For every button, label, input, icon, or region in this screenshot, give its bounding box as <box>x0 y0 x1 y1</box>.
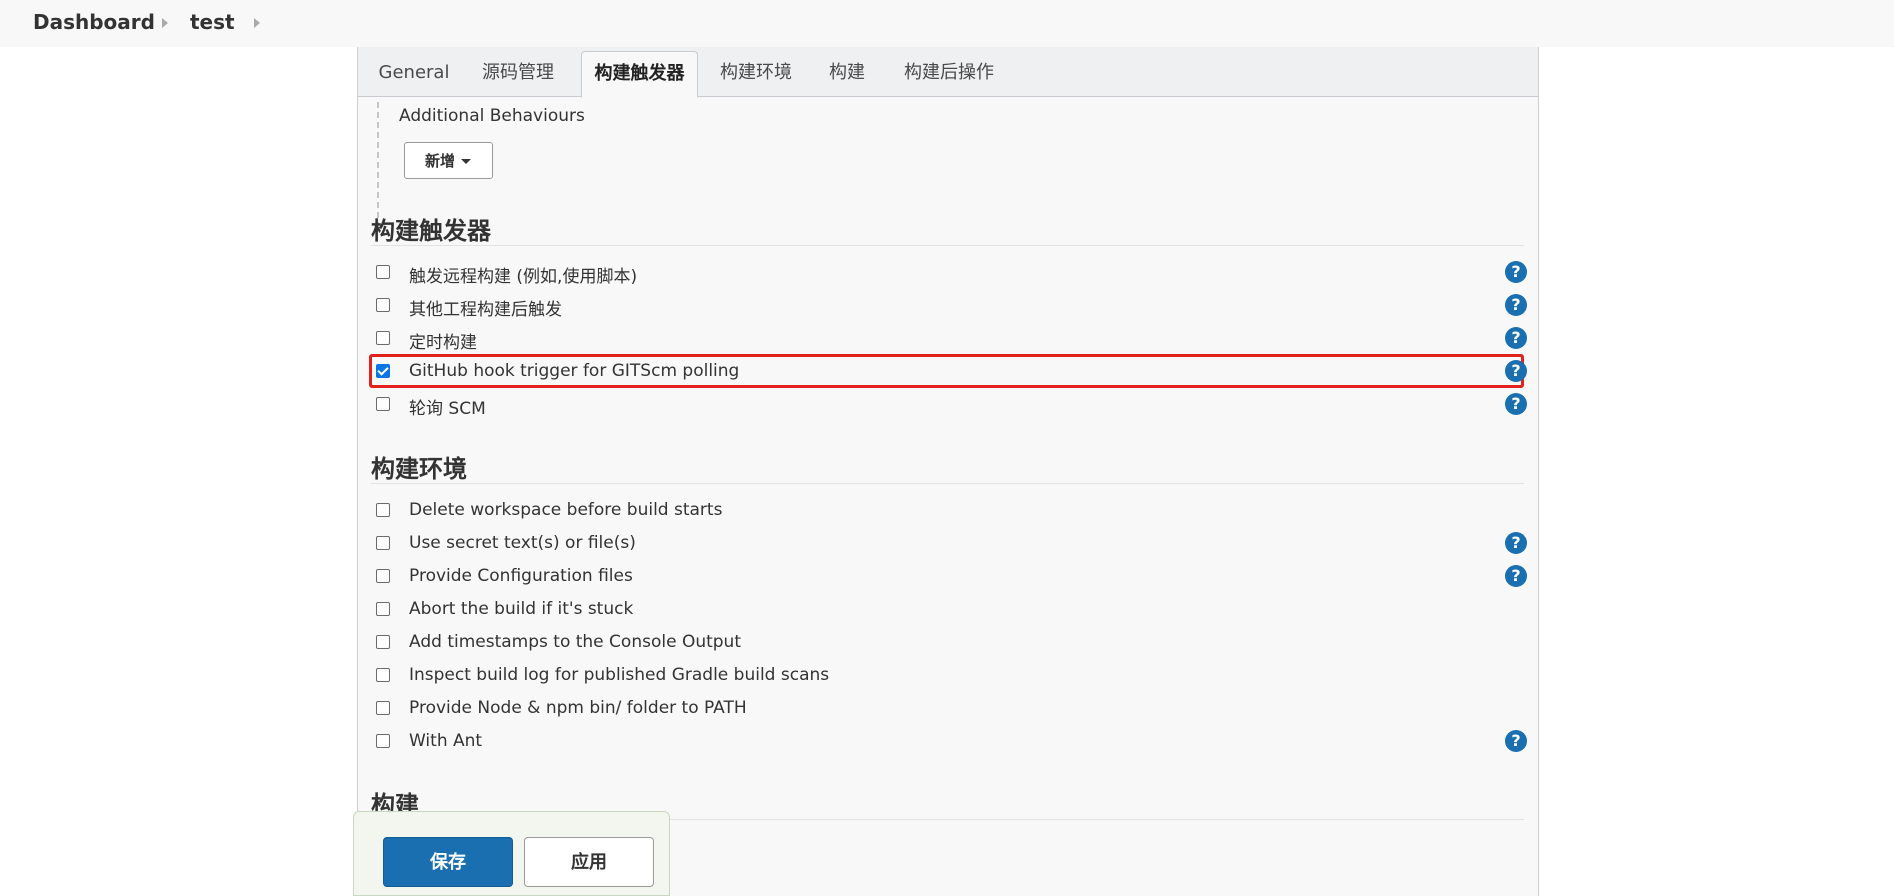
tab-build-triggers[interactable]: 构建触发器 <box>581 51 698 98</box>
section-divider <box>371 245 1524 246</box>
checkbox[interactable] <box>376 536 390 550</box>
checkbox[interactable] <box>376 331 390 345</box>
option-label: Inspect build log for published Gradle b… <box>409 665 830 685</box>
help-icon[interactable]: ? <box>1505 393 1527 415</box>
checkbox[interactable] <box>376 298 390 312</box>
tab-source-management[interactable]: 源码管理 <box>468 51 568 95</box>
env-option-gradle-scans[interactable]: Inspect build log for published Gradle b… <box>370 661 1523 691</box>
tab-build[interactable]: 构建 <box>816 51 878 95</box>
apply-button[interactable]: 应用 <box>524 837 654 887</box>
option-label: With Ant <box>409 731 483 751</box>
checkbox[interactable] <box>376 734 390 748</box>
env-option-abort-stuck[interactable]: Abort the build if it's stuck <box>370 595 1523 625</box>
breadcrumb: Dashboard test <box>0 0 1894 47</box>
option-label: Provide Configuration files <box>409 566 633 586</box>
tab-general[interactable]: General <box>372 51 456 95</box>
option-label: 定时构建 <box>409 333 477 353</box>
checkbox[interactable] <box>376 397 390 411</box>
tab-post-build-actions[interactable]: 构建后操作 <box>890 51 1008 95</box>
option-label: 轮询 SCM <box>409 399 486 419</box>
add-behaviour-button-label: 新增 <box>425 152 456 170</box>
save-button[interactable]: 保存 <box>383 837 513 887</box>
checkbox[interactable] <box>376 569 390 583</box>
trigger-option-poll-scm[interactable]: 轮询 SCM ? <box>370 390 1527 420</box>
trigger-option-remote[interactable]: 触发远程构建 (例如,使用脚本) ? <box>370 258 1527 288</box>
checkbox-checked[interactable] <box>376 364 390 378</box>
env-option-secret-text[interactable]: Use secret text(s) or file(s) ? <box>370 529 1527 559</box>
behaviours-dashed-line <box>377 102 381 228</box>
checkbox[interactable] <box>376 701 390 715</box>
env-option-delete-workspace[interactable]: Delete workspace before build starts <box>370 496 1523 526</box>
option-label: Delete workspace before build starts <box>409 500 723 520</box>
additional-behaviours-label: Additional Behaviours <box>399 106 585 126</box>
env-option-config-files[interactable]: Provide Configuration files ? <box>370 562 1527 592</box>
env-option-node-npm[interactable]: Provide Node & npm bin/ folder to PATH <box>370 694 1523 724</box>
option-label: GitHub hook trigger for GITScm polling <box>409 361 740 381</box>
help-icon[interactable]: ? <box>1505 565 1527 587</box>
help-icon[interactable]: ? <box>1505 294 1527 316</box>
checkbox[interactable] <box>376 668 390 682</box>
config-tabs: General 源码管理 构建触发器 构建环境 构建 构建后操作 <box>358 47 1538 98</box>
save-bar: 保存 应用 <box>353 811 670 896</box>
add-behaviour-button[interactable]: 新增 <box>404 142 493 179</box>
breadcrumb-separator-icon <box>162 18 168 28</box>
help-icon[interactable]: ? <box>1505 261 1527 283</box>
trigger-option-after-other-projects[interactable]: 其他工程构建后触发 ? <box>370 291 1527 321</box>
option-label: 其他工程构建后触发 <box>409 300 562 320</box>
option-label: Provide Node & npm bin/ folder to PATH <box>409 698 747 718</box>
breadcrumb-separator-icon <box>254 18 260 28</box>
option-label: Add timestamps to the Console Output <box>409 632 741 652</box>
option-label: 触发远程构建 (例如,使用脚本) <box>409 267 638 287</box>
option-label: Abort the build if it's stuck <box>409 599 634 619</box>
trigger-option-github-hook[interactable]: GitHub hook trigger for GITScm polling ? <box>370 357 1527 387</box>
tab-build-environment[interactable]: 构建环境 <box>708 51 804 95</box>
checkbox[interactable] <box>376 265 390 279</box>
help-icon[interactable]: ? <box>1505 730 1527 752</box>
help-icon[interactable]: ? <box>1505 360 1527 382</box>
checkbox[interactable] <box>376 503 390 517</box>
checkbox[interactable] <box>376 602 390 616</box>
caret-down-icon <box>461 159 471 164</box>
section-divider <box>371 483 1524 484</box>
env-option-with-ant[interactable]: With Ant ? <box>370 727 1527 757</box>
trigger-option-periodic[interactable]: 定时构建 ? <box>370 324 1527 354</box>
breadcrumb-dashboard[interactable]: Dashboard <box>33 10 155 34</box>
section-title-build-triggers: 构建触发器 <box>371 217 491 245</box>
config-panel: General 源码管理 构建触发器 构建环境 构建 构建后操作 Additio… <box>357 47 1539 896</box>
help-icon[interactable]: ? <box>1505 532 1527 554</box>
env-option-timestamps[interactable]: Add timestamps to the Console Output <box>370 628 1523 658</box>
help-icon[interactable]: ? <box>1505 327 1527 349</box>
option-label: Use secret text(s) or file(s) <box>409 533 636 553</box>
section-title-build-environment: 构建环境 <box>371 455 467 483</box>
checkbox[interactable] <box>376 635 390 649</box>
breadcrumb-test[interactable]: test <box>190 10 235 34</box>
